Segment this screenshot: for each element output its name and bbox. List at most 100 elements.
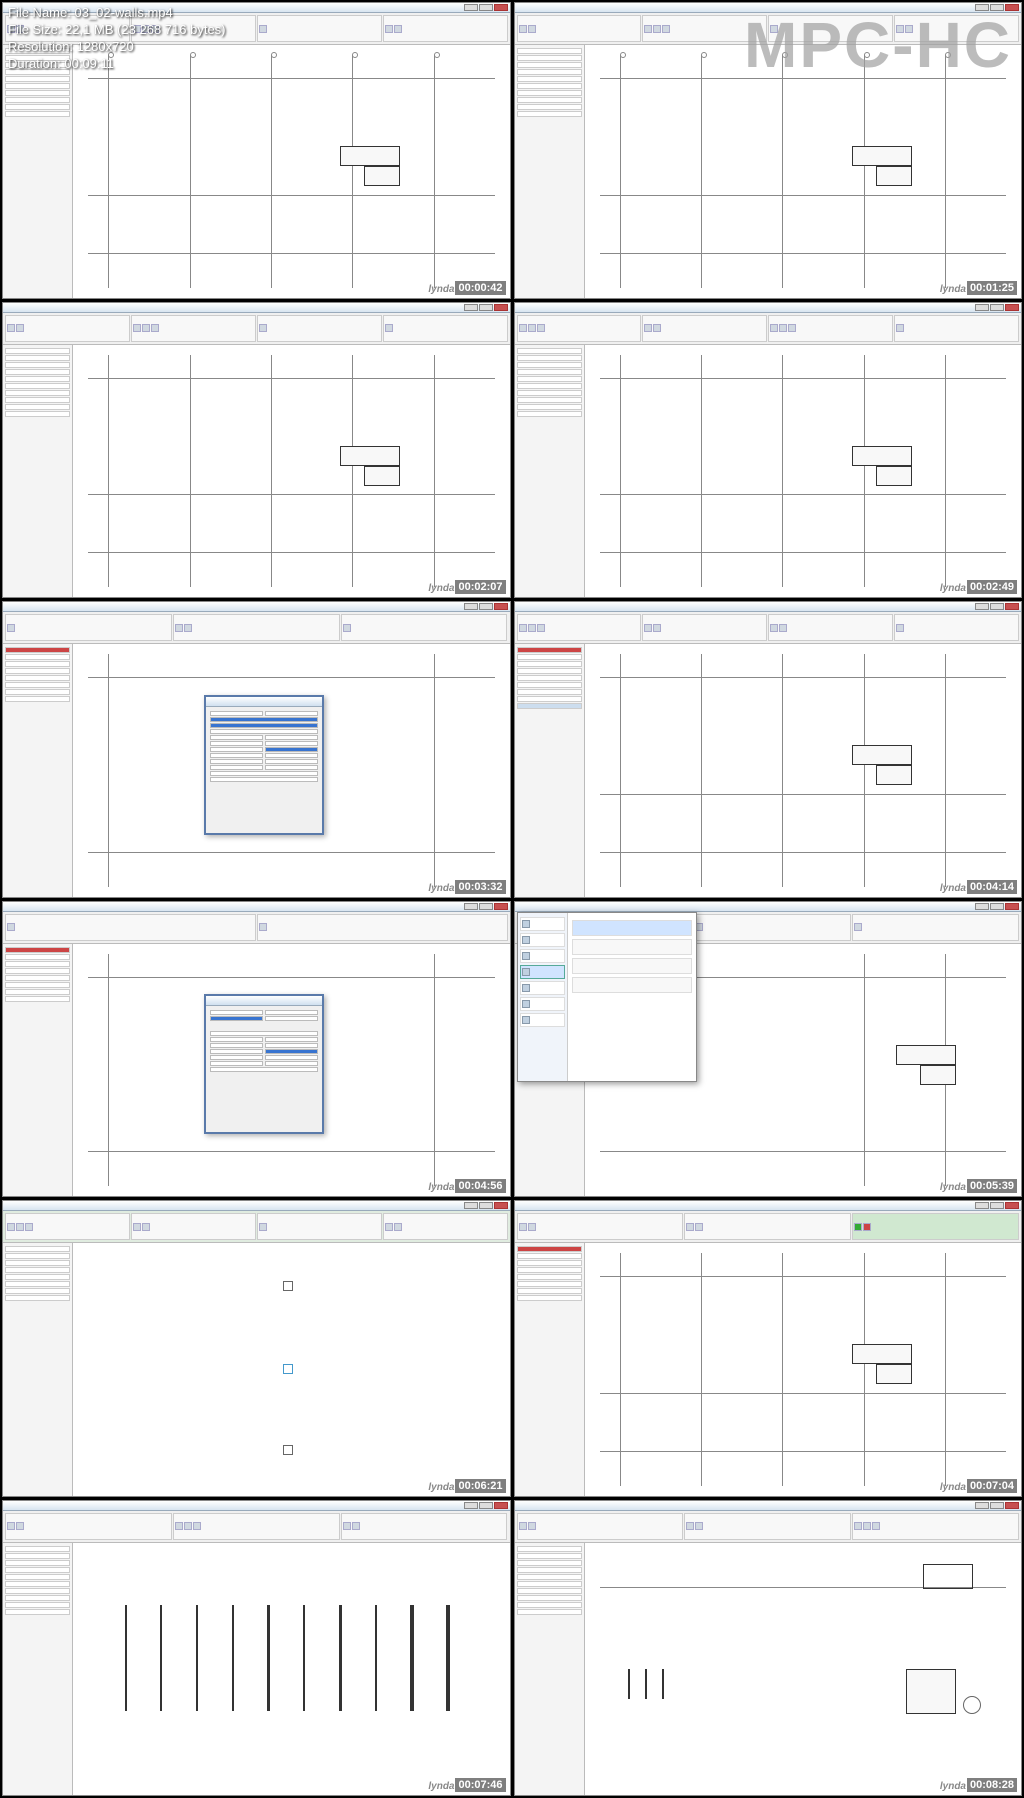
wall-sample[interactable] [267,1605,270,1711]
ribbon-btn[interactable] [863,1522,871,1530]
saveas-project[interactable] [572,920,692,936]
minimize-btn[interactable] [464,903,478,910]
ribbon-btn[interactable] [385,324,393,332]
type-properties-dialog[interactable] [204,695,324,835]
drawing-canvas[interactable] [73,45,510,298]
minimize-btn[interactable] [975,304,989,311]
ribbon-btn[interactable] [779,624,787,632]
ribbon-btn[interactable] [519,25,527,33]
drawing-canvas[interactable] [73,345,510,598]
ribbon-btn[interactable] [7,324,15,332]
ribbon-btn[interactable] [7,1223,15,1231]
minimize-btn[interactable] [975,903,989,910]
menu-export[interactable] [520,981,565,995]
ribbon-btn[interactable] [385,1223,393,1231]
menu-new[interactable] [520,917,565,931]
ribbon-btn[interactable] [259,1223,267,1231]
ribbon-btn[interactable] [686,1223,694,1231]
ribbon-btn[interactable] [352,1522,360,1530]
saveas-library[interactable] [572,977,692,993]
close-btn[interactable] [494,903,508,910]
ribbon-btn[interactable] [7,624,15,632]
ribbon-btn[interactable] [695,923,703,931]
close-btn[interactable] [1005,903,1019,910]
close-btn[interactable] [1005,603,1019,610]
ribbon-btn[interactable] [537,624,545,632]
minimize-btn[interactable] [464,4,478,11]
ribbon-btn[interactable] [537,324,545,332]
thumbnail[interactable]: lynda 00:02:07 [2,302,511,599]
ribbon-btn[interactable] [259,324,267,332]
maximize-btn[interactable] [479,4,493,11]
finish-btn[interactable] [854,1223,862,1231]
ribbon-btn[interactable] [142,324,150,332]
drawing-canvas[interactable] [73,944,510,1197]
ribbon-btn[interactable] [644,324,652,332]
ribbon-btn[interactable] [519,1223,527,1231]
ribbon-btn[interactable] [528,624,536,632]
ribbon-btn[interactable] [343,1522,351,1530]
thumbnail[interactable]: lynda 00:06:21 [2,1200,511,1497]
wall-sample[interactable] [339,1605,342,1711]
minimize-btn[interactable] [464,304,478,311]
menu-close[interactable] [520,1013,565,1027]
ribbon-btn[interactable] [779,324,787,332]
ribbon-btn[interactable] [695,1522,703,1530]
minimize-btn[interactable] [464,1202,478,1209]
ribbon-btn[interactable] [16,1223,24,1231]
ribbon-btn[interactable] [184,1522,192,1530]
ribbon-btn[interactable] [644,624,652,632]
ribbon-btn[interactable] [385,25,393,33]
wall-sample[interactable] [125,1605,127,1711]
wall-sample[interactable] [160,1605,162,1711]
drawing-canvas[interactable] [73,1243,510,1496]
ribbon-btn[interactable] [788,324,796,332]
minimize-btn[interactable] [975,1502,989,1509]
ribbon-btn[interactable] [872,1522,880,1530]
maximize-btn[interactable] [990,304,1004,311]
ribbon-btn[interactable] [653,324,661,332]
drawing-canvas[interactable] [585,345,1022,598]
ribbon-btn[interactable] [519,1522,527,1530]
wall-sample[interactable] [196,1605,198,1711]
maximize-btn[interactable] [479,1502,493,1509]
ribbon-btn[interactable] [770,624,778,632]
menu-open[interactable] [520,933,565,947]
ribbon-btn[interactable] [25,1223,33,1231]
ribbon-btn[interactable] [394,1223,402,1231]
thumbnail[interactable]: lynda 00:04:56 [2,901,511,1198]
wall-sample[interactable] [410,1605,414,1711]
close-btn[interactable] [1005,1202,1019,1209]
close-btn[interactable] [494,1502,508,1509]
close-btn[interactable] [494,1202,508,1209]
minimize-btn[interactable] [464,1502,478,1509]
ribbon-btn[interactable] [528,324,536,332]
menu-print[interactable] [520,997,565,1011]
maximize-btn[interactable] [990,603,1004,610]
close-btn[interactable] [1005,1502,1019,1509]
ribbon-btn[interactable] [16,1522,24,1530]
ribbon-btn[interactable] [854,923,862,931]
ribbon-btn[interactable] [175,624,183,632]
ribbon-btn[interactable] [133,324,141,332]
ribbon-btn[interactable] [528,25,536,33]
maximize-btn[interactable] [479,304,493,311]
cancel-btn[interactable] [863,1223,871,1231]
minimize-btn[interactable] [464,603,478,610]
ribbon-btn[interactable] [770,324,778,332]
ribbon-btn[interactable] [653,25,661,33]
ribbon-btn[interactable] [528,1522,536,1530]
ribbon-btn[interactable] [519,324,527,332]
close-btn[interactable] [494,304,508,311]
drawing-canvas[interactable] [585,1243,1022,1496]
wall-sample[interactable] [375,1605,377,1711]
thumbnail[interactable]: lynda 00:08:28 [514,1500,1023,1797]
minimize-btn[interactable] [975,1202,989,1209]
maximize-btn[interactable] [479,903,493,910]
ribbon-btn[interactable] [896,624,904,632]
wall-sample[interactable] [232,1605,234,1711]
drawing-canvas[interactable] [585,644,1022,897]
wall-sample[interactable] [446,1605,450,1711]
ribbon-btn[interactable] [653,624,661,632]
wall-sample[interactable] [303,1605,305,1711]
